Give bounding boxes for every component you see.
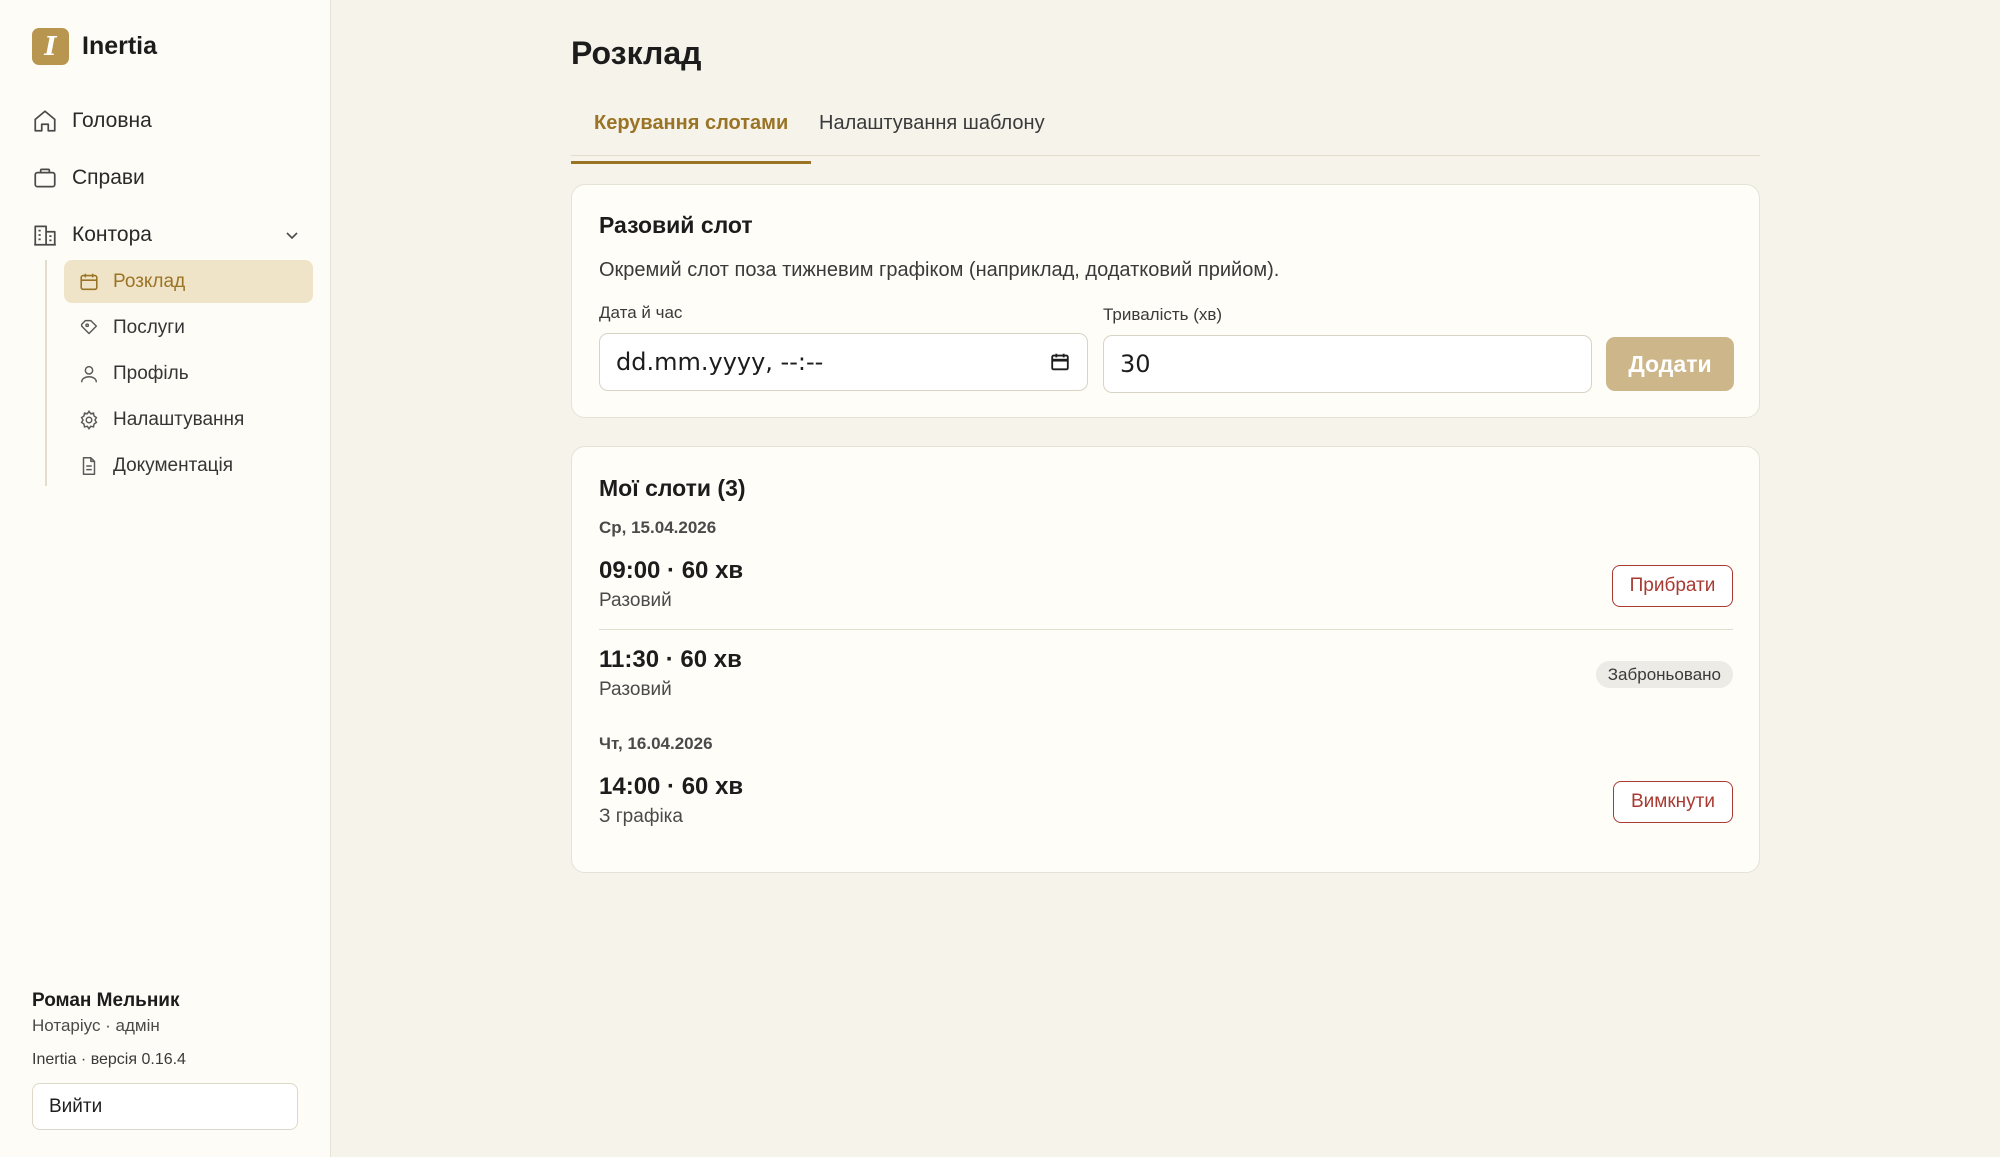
slot-time: 09:00 · 60 хв [599,557,744,584]
slot-type: Разовий [599,679,672,700]
nav-item-label: Контора [72,222,152,246]
add-slot-button[interactable]: Додати [1606,337,1734,391]
calendar-icon [78,271,100,293]
document-icon [78,455,100,477]
gear-icon [78,409,100,431]
sidebar-item-settings[interactable]: Налаштування [64,398,313,441]
nav-item-office[interactable]: Контора [32,206,302,263]
brand-name: Inertia [82,32,158,60]
user-info: Роман Мельник Нотаріус · адмін [32,990,180,1036]
sidebar-item-label: Документація [113,454,234,476]
tab-slot-management[interactable]: Керування слотами [571,112,812,164]
office-subnav: Розклад Послуги Профіль Налаштування Док… [45,260,315,486]
app-version: Inertia · версія 0.16.4 [32,1051,186,1068]
slot-time: 14:00 · 60 хв [599,773,744,800]
sidebar-item-label: Профіль [113,362,189,384]
sidebar-item-label: Послуги [113,316,185,338]
disable-slot-button[interactable]: Вимкнути [1613,781,1733,823]
nav-item-home[interactable]: Головна [32,92,302,149]
sidebar-item-docs[interactable]: Документація [64,444,313,487]
date-heading: Ср, 15.04.2026 [599,518,717,537]
datetime-label: Дата й час [599,303,683,322]
tab-bar: Керування слотами Налаштування шаблону [571,100,1760,164]
card-description: Окремий слот поза тижневим графіком (нап… [599,259,1280,281]
nav-item-label: Справи [72,165,145,189]
datetime-placeholder: dd.mm.yyyy, --:-- [616,348,824,376]
slot-type: З графіка [599,806,683,827]
main-nav: Головна Справи Контора [32,92,302,263]
card-title: Мої слоти (3) [599,475,746,501]
page-title: Розклад [571,35,702,71]
status-badge: Заброньовано [1595,661,1733,688]
user-icon [78,363,100,385]
one-time-slot-card: Разовий слот Окремий слот поза тижневим … [571,184,1760,418]
sidebar: I Inertia Головна Справи Контора Розклад… [0,0,331,1157]
user-role: Нотаріус · адмін [32,1016,160,1035]
logout-button[interactable]: Вийти [32,1083,298,1130]
tag-icon [78,317,100,339]
sidebar-item-schedule[interactable]: Розклад [64,260,313,303]
sidebar-item-profile[interactable]: Профіль [64,352,313,395]
slot-time: 11:30 · 60 хв [599,646,742,673]
sidebar-item-label: Розклад [113,270,186,292]
chevron-down-icon[interactable] [282,225,302,245]
duration-input[interactable]: 30 [1103,335,1592,393]
building-icon [32,222,58,248]
nav-item-label: Головна [72,108,152,132]
slot-type: Разовий [599,590,672,611]
duration-label: Тривалість (хв) [1103,305,1223,324]
tab-template-settings[interactable]: Налаштування шаблону [796,112,1068,156]
divider [599,629,1733,630]
card-title: Разовий слот [599,212,753,238]
duration-value: 30 [1120,350,1151,378]
sidebar-item-services[interactable]: Послуги [64,306,313,349]
date-heading: Чт, 16.04.2026 [599,734,713,753]
user-name: Роман Мельник [32,990,180,1011]
briefcase-icon [32,165,58,191]
my-slots-card: Мої слоти (3) Ср, 15.04.2026 09:00 · 60 … [571,446,1760,873]
datetime-input[interactable]: dd.mm.yyyy, --:-- [599,333,1088,391]
remove-slot-button[interactable]: Прибрати [1612,565,1733,607]
brand[interactable]: I Inertia [32,28,157,65]
calendar-picker-icon[interactable] [1049,351,1071,373]
sidebar-item-label: Налаштування [113,408,245,430]
nav-item-cases[interactable]: Справи [32,149,302,206]
home-icon [32,108,58,134]
brand-logo: I [32,28,69,65]
